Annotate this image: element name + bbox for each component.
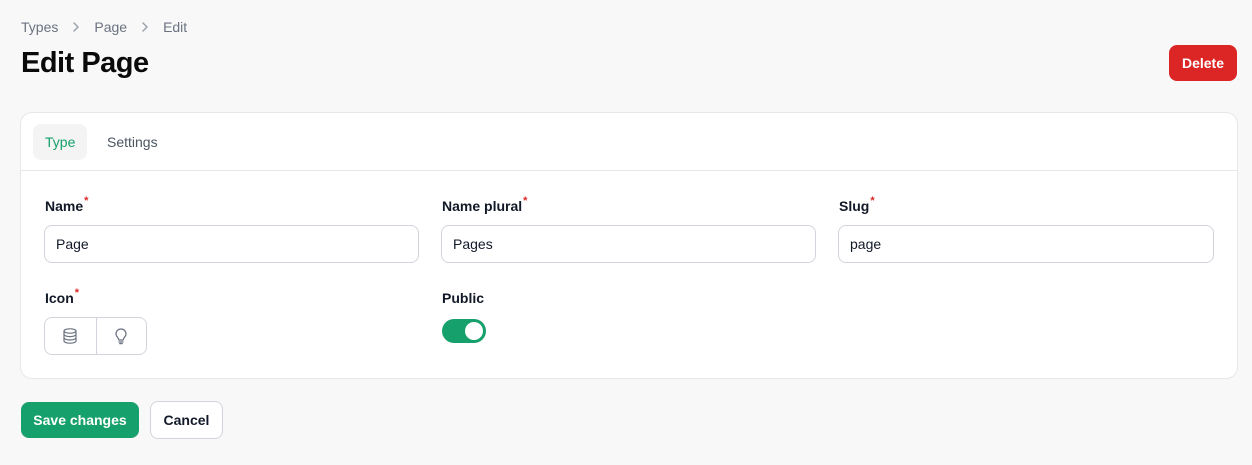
form-card: Type Settings Name* Name plural* Slug* I… (20, 112, 1238, 379)
chevron-right-icon (127, 21, 163, 33)
name-plural-label: Name plural* (442, 195, 528, 214)
name-label: Name* (45, 195, 89, 214)
required-mark: * (74, 287, 80, 299)
cancel-button[interactable]: Cancel (150, 401, 223, 439)
page-title: Edit Page (21, 47, 149, 79)
tab-type[interactable]: Type (33, 124, 88, 160)
required-mark: * (870, 195, 875, 207)
icon-label-text: Icon (45, 290, 74, 306)
save-changes-button[interactable]: Save changes (21, 402, 139, 438)
name-input[interactable] (44, 225, 419, 263)
icon-picker (44, 317, 147, 355)
breadcrumb: Types Page Edit (21, 18, 187, 36)
required-mark: * (523, 195, 528, 207)
slug-input[interactable] (838, 225, 1214, 263)
chevron-right-icon (58, 21, 94, 33)
lightbulb-icon[interactable] (95, 318, 147, 354)
delete-button[interactable]: Delete (1169, 45, 1237, 81)
toggle-knob (465, 322, 483, 340)
database-icon[interactable] (45, 318, 96, 354)
public-toggle[interactable] (442, 319, 486, 343)
tab-settings[interactable]: Settings (95, 124, 170, 160)
breadcrumb-item-page[interactable]: Page (94, 19, 127, 35)
breadcrumb-item-edit: Edit (163, 19, 188, 35)
breadcrumb-item-types[interactable]: Types (21, 19, 58, 35)
name-label-text: Name (45, 198, 84, 214)
required-mark: * (84, 195, 89, 207)
tab-bar: Type Settings (21, 113, 1237, 171)
public-label: Public (442, 290, 485, 306)
icon-label: Icon* (45, 287, 80, 306)
name-plural-input[interactable] (441, 225, 816, 263)
slug-label: Slug* (839, 195, 875, 214)
edit-page-screen: Types Page Edit Edit Page Delete Type Se… (0, 0, 1252, 465)
name-plural-label-text: Name plural (442, 198, 523, 214)
slug-label-text: Slug (839, 198, 870, 214)
